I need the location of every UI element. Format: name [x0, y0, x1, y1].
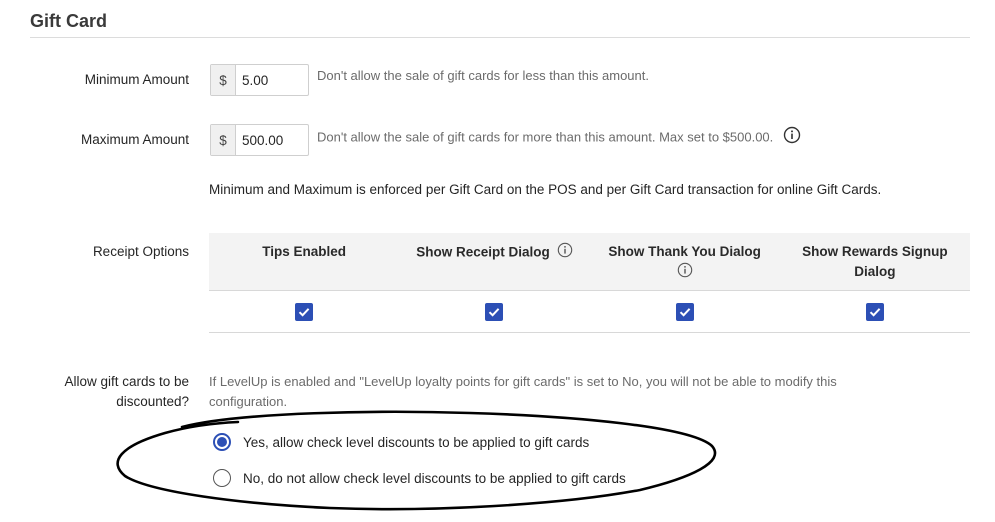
column-header-label: Show Thank You Dialog	[608, 244, 761, 259]
minimum-amount-input[interactable]	[236, 65, 308, 95]
currency-prefix: $	[211, 125, 236, 155]
discount-description-line1: If LevelUp is enabled and "LevelUp loyal…	[209, 374, 837, 389]
info-icon[interactable]	[783, 126, 801, 150]
checkmark-icon	[679, 307, 690, 317]
discount-option-yes-label: Yes, allow check level discounts to be a…	[243, 434, 590, 450]
maximum-amount-field[interactable]: $	[210, 124, 309, 156]
discount-label-line2: discounted?	[116, 394, 189, 409]
discount-option-yes[interactable]: Yes, allow check level discounts to be a…	[213, 433, 589, 451]
section-divider	[30, 37, 970, 38]
discount-label-line1: Allow gift cards to be	[64, 374, 189, 389]
column-header-label: Show Rewards Signup	[802, 244, 948, 259]
column-header-label: Show Receipt Dialog	[416, 244, 550, 260]
maximum-amount-help: Don't allow the sale of gift cards for m…	[317, 129, 774, 145]
tips-enabled-checkbox[interactable]	[295, 302, 314, 321]
discount-option-no-label: No, do not allow check level discounts t…	[243, 470, 626, 486]
column-header-label-line2: Dialog	[854, 264, 896, 279]
maximum-amount-input[interactable]	[236, 125, 308, 155]
maximum-amount-label: Maximum Amount	[80, 132, 189, 147]
column-tips-enabled: Tips Enabled	[209, 233, 399, 290]
section-title: Gift Card	[30, 11, 108, 31]
info-icon[interactable]	[557, 242, 573, 264]
checkmark-icon	[869, 307, 881, 317]
enforcement-note: Minimum and Maximum is enforced per Gift…	[209, 182, 882, 197]
discount-setting-label: Allow gift cards to be discounted?	[29, 372, 189, 412]
minimum-amount-label: Minimum Amount	[84, 72, 189, 87]
column-show-rewards-signup-dialog: Show Rewards Signup Dialog	[780, 233, 970, 290]
show-receipt-dialog-checkbox[interactable]	[485, 302, 504, 321]
receipt-options-table: Tips Enabled Show Receipt Dialog Show Th…	[209, 233, 970, 333]
column-header-label: Tips Enabled	[262, 244, 347, 259]
receipt-options-label: Receipt Options	[92, 244, 189, 259]
minimum-amount-field[interactable]: $	[210, 64, 309, 96]
column-show-receipt-dialog: Show Receipt Dialog	[399, 233, 589, 290]
receipt-options-header: Tips Enabled Show Receipt Dialog Show Th…	[209, 233, 970, 291]
radio-selected-icon[interactable]	[213, 433, 231, 451]
show-thank-you-dialog-checkbox[interactable]	[675, 302, 694, 321]
info-icon[interactable]	[677, 262, 693, 284]
discount-description: If LevelUp is enabled and "LevelUp loyal…	[209, 372, 969, 412]
show-rewards-signup-dialog-checkbox[interactable]	[865, 302, 884, 321]
minimum-amount-help: Don't allow the sale of gift cards for l…	[317, 68, 649, 83]
discount-option-no[interactable]: No, do not allow check level discounts t…	[213, 469, 626, 487]
radio-unselected-icon[interactable]	[213, 469, 231, 487]
discount-description-line2: configuration.	[209, 394, 288, 409]
maximum-amount-help-row: Don't allow the sale of gift cards for m…	[317, 126, 801, 150]
checkmark-icon	[489, 307, 500, 317]
checkmark-icon	[298, 307, 310, 317]
currency-prefix: $	[211, 65, 236, 95]
column-show-thank-you-dialog: Show Thank You Dialog	[590, 233, 780, 290]
receipt-options-row	[209, 291, 970, 333]
